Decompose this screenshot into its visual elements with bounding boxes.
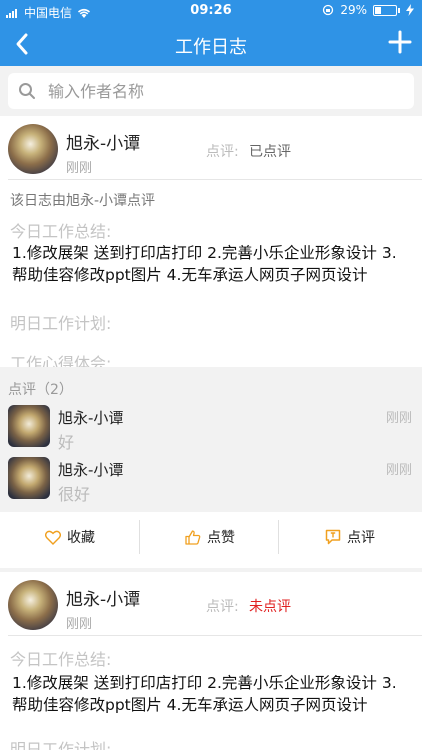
comment-author: 旭永-小谭 [58, 409, 124, 427]
battery-icon [373, 4, 397, 16]
comment-avatar[interactable] [8, 405, 50, 447]
search-box [8, 73, 414, 109]
comments-section: 点评（2） 旭永-小谭 刚刚 好 旭永-小谭 刚刚 很好 [0, 367, 422, 512]
comment-button[interactable]: 点评 [280, 512, 420, 562]
avatar[interactable] [8, 580, 58, 630]
comment-time: 刚刚 [385, 411, 412, 426]
app-header: 中国电信 09:26 29% 工作日志 [0, 0, 422, 66]
thumbs-up-icon [185, 529, 201, 545]
heart-icon [45, 530, 61, 545]
rotation-lock-icon [323, 4, 334, 16]
charging-icon [406, 4, 414, 16]
review-status: 未点评 [249, 599, 291, 615]
like-button[interactable]: 点赞 [140, 512, 280, 562]
comment-text: 很好 [58, 485, 91, 504]
like-label: 点赞 [207, 530, 235, 546]
today-summary-label: 今日工作总结: [10, 650, 112, 669]
review-label: 点评: [206, 144, 239, 160]
comment-icon [325, 529, 341, 545]
nav-bar: 工作日志 [0, 22, 422, 66]
battery-tip [398, 7, 400, 13]
log-card: 旭永-小谭 刚刚 点评: 未点评 今日工作总结: 1.修改展架 送到打印店打印 … [0, 572, 422, 750]
plus-icon [388, 30, 412, 54]
comment-label: 点评 [347, 530, 375, 546]
action-divider [278, 520, 279, 554]
search-area [0, 66, 422, 116]
page-title: 工作日志 [175, 37, 247, 58]
reviewed-by-note: 该日志由旭永-小谭点评 [10, 193, 156, 209]
post-time: 刚刚 [66, 161, 93, 176]
divider [8, 635, 422, 636]
review-label: 点评: [206, 599, 239, 615]
comment-author: 旭永-小谭 [58, 461, 124, 479]
today-summary-content: 1.修改展架 送到打印店打印 2.完善小乐企业形象设计 3.帮助佳容修改ppt图… [12, 244, 397, 284]
comment-text: 好 [58, 433, 75, 452]
author-name: 旭永-小谭 [66, 590, 141, 610]
post-time: 刚刚 [66, 617, 93, 632]
add-button[interactable] [388, 28, 412, 58]
action-bar: 收藏 点赞 点评 [0, 512, 422, 562]
comment-avatar[interactable] [8, 457, 50, 499]
favorite-label: 收藏 [67, 530, 95, 546]
avatar[interactable] [8, 124, 58, 174]
favorite-button[interactable]: 收藏 [0, 512, 140, 562]
tomorrow-plan-label: 明日工作计划: [10, 314, 112, 333]
today-summary-label: 今日工作总结: [10, 222, 112, 241]
search-input[interactable] [48, 73, 398, 109]
tomorrow-plan-label: 明日工作计划: [10, 740, 112, 750]
status-bar-right: 29% [322, 3, 414, 17]
divider [8, 179, 422, 180]
battery-percent: 29% [340, 3, 367, 17]
comment-time: 刚刚 [385, 463, 412, 478]
comments-title: 点评（2） [8, 382, 73, 398]
today-summary-content: 1.修改展架 送到打印店打印 2.完善小乐企业形象设计 3.帮助佳容修改ppt图… [12, 674, 397, 714]
review-status: 已点评 [249, 144, 291, 160]
status-bar: 中国电信 09:26 29% [0, 0, 422, 22]
log-card: 旭永-小谭 刚刚 点评: 已点评 该日志由旭永-小谭点评 今日工作总结: 1.修… [0, 116, 422, 568]
search-icon [19, 83, 35, 99]
author-name: 旭永-小谭 [66, 134, 141, 154]
